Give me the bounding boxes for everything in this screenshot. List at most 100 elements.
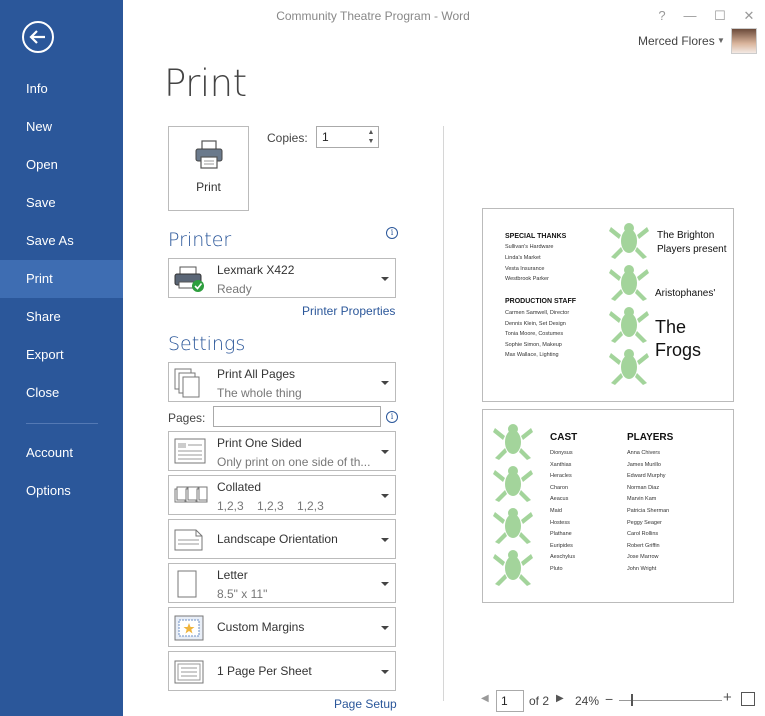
margins-dropdown[interactable]: Custom Margins <box>168 607 396 647</box>
page-count: of 2 <box>529 694 550 708</box>
list-item: Carol Rollins <box>627 531 659 538</box>
user-name[interactable]: Merced Flores <box>638 34 715 48</box>
list-item: Euripides <box>550 542 573 549</box>
nav-share[interactable]: Share <box>0 298 123 336</box>
nav-new[interactable]: New <box>0 108 123 146</box>
play-title-line-1: The <box>655 317 687 337</box>
production-staff-heading: PRODUCTION STAFF <box>505 298 577 305</box>
minimize-button[interactable]: — <box>680 6 700 26</box>
spin-up-icon[interactable]: ▲ <box>368 129 375 136</box>
nav-save[interactable]: Save <box>0 184 123 222</box>
pages-stack-icon <box>174 368 200 398</box>
nav-save-as[interactable]: Save As <box>0 222 123 260</box>
paper-size-dropdown[interactable]: Letter 8.5" x 11" <box>168 563 396 603</box>
page-per-sheet-icon <box>174 660 204 684</box>
presenter-line-1: The Brighton <box>657 230 715 241</box>
nav-options[interactable]: Options <box>0 472 123 510</box>
list-item: Max Wallace, Lighting <box>505 352 559 358</box>
zoom-in-icon[interactable]: + <box>723 689 732 706</box>
list-item: Charon <box>550 484 569 491</box>
collation-dropdown[interactable]: Collated 1,2,3 1,2,3 1,2,3 <box>168 475 396 515</box>
list-item: Dionysus <box>550 450 573 456</box>
nav-export[interactable]: Export <box>0 336 123 374</box>
list-item: Patricia Sherman <box>627 508 670 514</box>
nav-close[interactable]: Close <box>0 374 123 412</box>
nav-account[interactable]: Account <box>0 434 123 472</box>
panel-divider <box>443 126 444 701</box>
zoom-to-page-icon[interactable] <box>741 692 755 706</box>
list-item: Norman Diaz <box>627 484 660 491</box>
printer-properties-link[interactable]: Printer Properties <box>302 304 395 318</box>
zoom-level[interactable]: 24% <box>575 694 599 708</box>
page-setup-link[interactable]: Page Setup <box>334 697 397 711</box>
next-page-icon[interactable]: ▶ <box>556 693 564 704</box>
special-thanks-heading: SPECIAL THANKS <box>505 233 567 240</box>
paper-size-title: Letter <box>217 568 248 582</box>
chevron-down-icon <box>381 670 389 674</box>
list-item: Sullivan's Hardware <box>505 244 554 250</box>
copies-input[interactable]: 1 ▲ ▼ <box>316 126 379 148</box>
list-item: Plathane <box>550 531 572 538</box>
list-item: Anna Chivers <box>627 450 661 456</box>
sides-dropdown[interactable]: Print One Sided Only print on one side o… <box>168 431 396 471</box>
chevron-down-icon <box>381 626 389 630</box>
list-item: Westbrook Parker <box>505 276 549 282</box>
pages-label: Pages: <box>168 411 206 425</box>
copies-spinner[interactable]: ▲ ▼ <box>366 128 376 146</box>
list-item: John Wright <box>627 566 657 572</box>
list-item: Robert Griffin <box>627 542 660 549</box>
list-item: Aeacus <box>550 496 569 503</box>
author-line: Aristophanes' <box>655 288 716 299</box>
zoom-out-icon[interactable]: − <box>605 691 613 707</box>
printer-name: Lexmark X422 <box>217 263 295 277</box>
close-window-button[interactable]: ✕ <box>739 6 759 26</box>
preview-page-1: SPECIAL THANKS Sullivan's Hardware Linda… <box>482 208 734 402</box>
list-item: Sophie Simon, Makeup <box>505 342 562 348</box>
printer-device-icon <box>174 266 204 292</box>
user-menu-caret-icon[interactable]: ▼ <box>717 36 725 45</box>
back-button[interactable] <box>22 21 54 53</box>
landscape-icon <box>174 529 203 551</box>
nav-separator <box>26 423 98 424</box>
nav-open[interactable]: Open <box>0 146 123 184</box>
previous-page-icon[interactable]: ◀ <box>481 693 489 704</box>
copies-value: 1 <box>322 130 329 144</box>
printer-info-icon[interactable]: i <box>386 227 398 239</box>
pages-info-icon[interactable]: i <box>386 411 398 423</box>
pages-input[interactable] <box>213 406 381 427</box>
sides-sub: Only print on one side of th... <box>217 455 371 469</box>
orientation-dropdown[interactable]: Landscape Orientation <box>168 519 396 559</box>
list-item: Pluto <box>550 566 563 572</box>
print-range-dropdown[interactable]: Print All Pages The whole thing <box>168 362 396 402</box>
help-button[interactable]: ? <box>652 6 672 26</box>
printer-dropdown[interactable]: Lexmark X422 Ready <box>168 258 396 298</box>
print-range-sub: The whole thing <box>217 386 302 400</box>
nav-info[interactable]: Info <box>0 70 123 108</box>
list-item: Maid <box>550 508 562 514</box>
list-item: Hostess <box>550 519 570 526</box>
chevron-down-icon <box>381 381 389 385</box>
avatar[interactable] <box>731 28 757 54</box>
sides-title: Print One Sided <box>217 436 302 450</box>
pages-per-sheet-title: 1 Page Per Sheet <box>217 664 312 678</box>
page-number-input[interactable]: 1 <box>496 690 524 712</box>
zoom-slider-thumb[interactable] <box>631 694 634 706</box>
collated-icon <box>174 486 208 503</box>
list-item: Heracles <box>550 473 572 480</box>
page-title: Print <box>164 62 247 105</box>
nav-print[interactable]: Print <box>0 260 123 298</box>
paper-icon <box>177 570 197 598</box>
frog-icon <box>493 424 533 586</box>
restore-button[interactable]: ☐ <box>710 6 730 26</box>
one-sided-icon <box>174 438 206 464</box>
chevron-down-icon <box>381 582 389 586</box>
zoom-slider[interactable] <box>619 700 722 701</box>
list-item: Vesta Insurance <box>505 266 545 272</box>
pages-per-sheet-dropdown[interactable]: 1 Page Per Sheet <box>168 651 396 691</box>
chevron-down-icon <box>381 450 389 454</box>
margins-title: Custom Margins <box>217 620 305 634</box>
spin-down-icon[interactable]: ▼ <box>368 138 375 145</box>
print-button[interactable]: Print <box>168 126 249 211</box>
list-item: Tonia Moore, Costumes <box>505 331 564 337</box>
copies-label: Copies: <box>267 131 308 145</box>
